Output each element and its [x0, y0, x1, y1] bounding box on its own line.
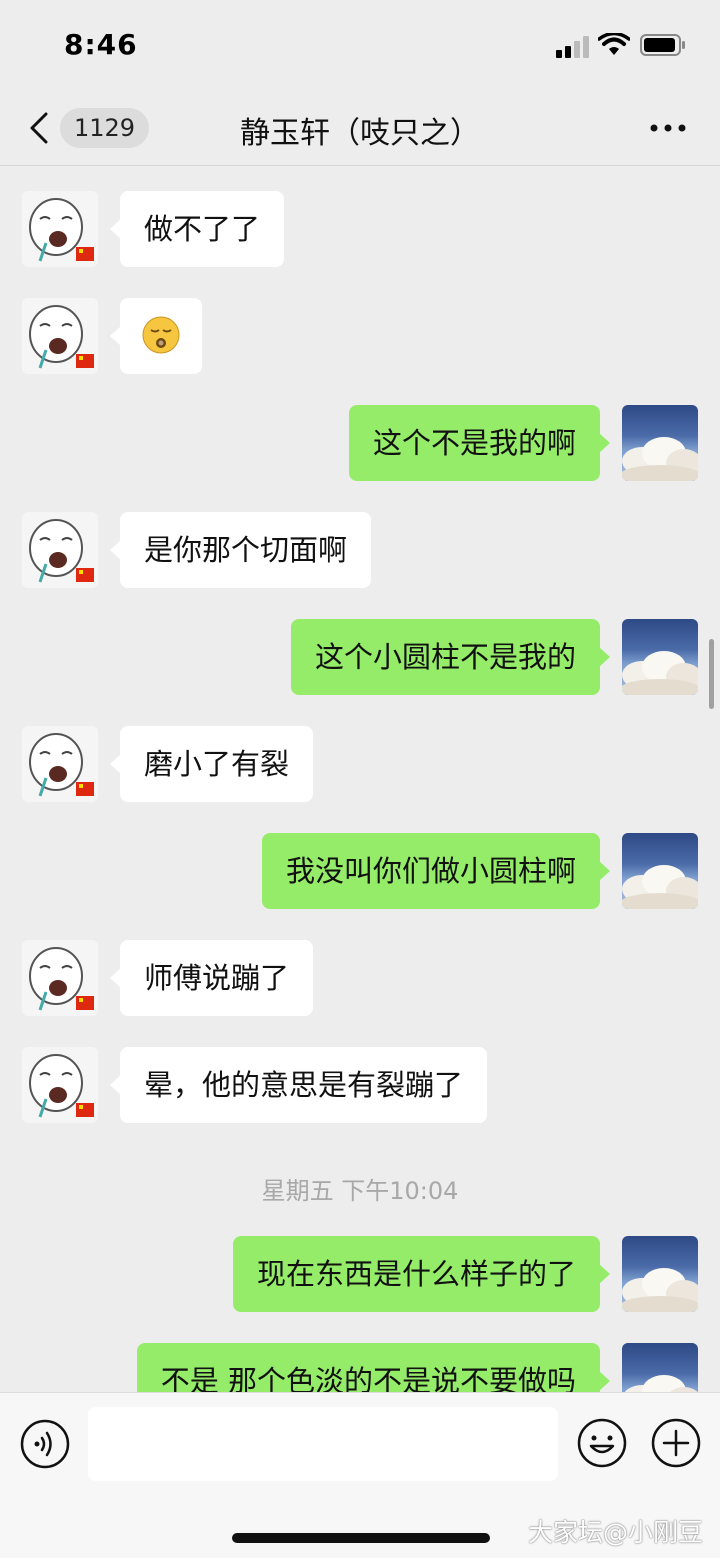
status-time: 8:46	[64, 28, 138, 61]
message-bubble-incoming-sticker[interactable]	[120, 298, 202, 374]
signal-icon	[556, 36, 589, 58]
message-row: 晕，他的意思是有裂蹦了	[0, 1047, 720, 1123]
message-row: 是你那个切面啊	[0, 512, 720, 588]
unread-count-badge: 1129	[60, 108, 150, 148]
message-bubble-incoming[interactable]: 师傅说蹦了	[120, 940, 314, 1016]
message-row: 不是 那个色淡的不是说不要做吗	[0, 1343, 720, 1392]
battery-icon	[640, 34, 685, 56]
voice-button[interactable]	[20, 1419, 70, 1469]
message-bubble-incoming[interactable]: 磨小了有裂	[120, 726, 314, 802]
contact-avatar[interactable]	[22, 940, 98, 1016]
bubble-tail	[599, 647, 610, 667]
sleeping-face-emoji-icon	[142, 316, 180, 354]
more-icon	[650, 124, 686, 132]
plus-icon	[651, 1418, 701, 1468]
message-bubble-incoming[interactable]: 是你那个切面啊	[120, 512, 372, 588]
my-avatar[interactable]	[622, 405, 698, 481]
scrollbar[interactable]	[709, 639, 714, 709]
message-row: 现在东西是什么样子的了	[0, 1236, 720, 1312]
message-row: 这个小圆柱不是我的	[0, 619, 720, 695]
bubble-tail	[599, 433, 610, 453]
contact-avatar[interactable]	[22, 1047, 98, 1123]
watermark: 大家坛@小刚豆	[528, 1518, 704, 1547]
my-avatar[interactable]	[622, 1343, 698, 1392]
message-bubble-outgoing[interactable]: 我没叫你们做小圆柱啊	[261, 833, 600, 909]
message-bubble-outgoing[interactable]: 这个小圆柱不是我的	[290, 619, 600, 695]
chat-header: 1129 静玉轩（吱只之）	[0, 90, 720, 166]
plus-button[interactable]	[650, 1417, 702, 1469]
message-bubble-outgoing[interactable]: 不是 那个色淡的不是说不要做吗	[136, 1343, 600, 1392]
message-row	[0, 298, 720, 374]
bubble-tail	[599, 861, 610, 881]
message-bubble-incoming[interactable]: 做不了了	[120, 191, 285, 267]
message-row: 我没叫你们做小圆柱啊	[0, 833, 720, 909]
voice-icon	[20, 1419, 70, 1469]
wifi-icon	[598, 33, 630, 55]
message-row: 师傅说蹦了	[0, 940, 720, 1016]
message-row: 磨小了有裂	[0, 726, 720, 802]
contact-avatar[interactable]	[22, 298, 98, 374]
contact-avatar[interactable]	[22, 191, 98, 267]
contact-avatar[interactable]	[22, 512, 98, 588]
input-bar: 大家坛@小刚豆	[0, 1392, 720, 1558]
back-chevron-icon	[30, 112, 48, 144]
message-row: 这个不是我的啊	[0, 405, 720, 481]
status-bar: 8:46	[0, 0, 720, 90]
message-timestamp: 星期五 下午10:04	[261, 1177, 459, 1205]
message-bubble-outgoing[interactable]: 现在东西是什么样子的了	[232, 1236, 600, 1312]
message-bubble-incoming[interactable]: 晕，他的意思是有裂蹦了	[120, 1047, 488, 1123]
my-avatar[interactable]	[622, 619, 698, 695]
back-button[interactable]: 1129	[20, 104, 150, 152]
more-button[interactable]	[646, 110, 690, 144]
message-input[interactable]	[88, 1407, 558, 1481]
message-list[interactable]: 做不了了 这个不是我的啊 是你那个切面啊 这个小圆柱不是我的 磨小了有裂 我没叫…	[0, 167, 720, 1392]
bubble-tail	[599, 1264, 610, 1284]
message-bubble-outgoing[interactable]: 这个不是我的啊	[348, 405, 600, 481]
my-avatar[interactable]	[622, 833, 698, 909]
contact-avatar[interactable]	[22, 726, 98, 802]
bubble-tail	[599, 1371, 610, 1391]
my-avatar[interactable]	[622, 1236, 698, 1312]
message-row: 做不了了	[0, 191, 720, 267]
emoji-icon	[577, 1418, 627, 1468]
home-indicator[interactable]	[232, 1533, 490, 1543]
emoji-button[interactable]	[576, 1417, 628, 1469]
